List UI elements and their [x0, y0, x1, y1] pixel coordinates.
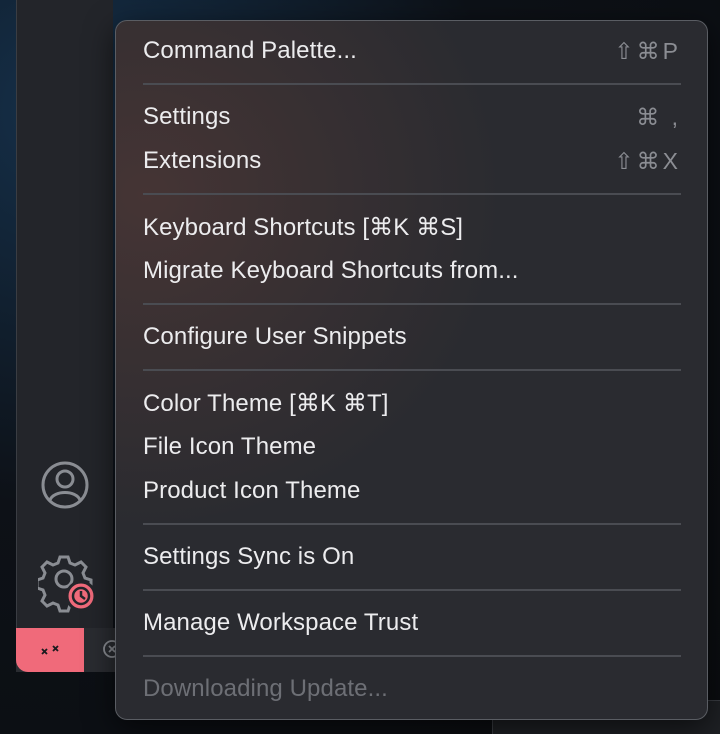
menu-item-extensions[interactable]: Extensions ⇧⌘X [143, 139, 681, 183]
menu-item-label: Manage Workspace Trust [143, 609, 419, 636]
menu-item-downloading-update: Downloading Update... [143, 667, 681, 711]
remote-indicator[interactable] [16, 628, 84, 672]
menu-separator [143, 369, 681, 371]
menu-item-shortcut: ⇧⌘P [614, 37, 681, 64]
menu-item-product-icon-theme[interactable]: Product Icon Theme [143, 469, 681, 513]
menu-item-manage-workspace-trust[interactable]: Manage Workspace Trust [143, 601, 681, 645]
menu-separator [143, 193, 681, 195]
menu-item-migrate-keyboard-shortcuts[interactable]: Migrate Keyboard Shortcuts from... [143, 249, 681, 293]
menu-item-label: Settings [143, 103, 231, 130]
menu-item-shortcut: ⌘ , [636, 103, 681, 130]
menu-item-keyboard-shortcuts[interactable]: Keyboard Shortcuts [⌘K ⌘S] [143, 205, 681, 249]
menu-separator [143, 303, 681, 305]
menu-item-label: Color Theme [⌘K ⌘T] [143, 389, 389, 417]
menu-separator [143, 655, 681, 657]
menu-item-label: Migrate Keyboard Shortcuts from... [143, 257, 519, 284]
menu-separator [143, 589, 681, 591]
menu-item-configure-user-snippets[interactable]: Configure User Snippets [143, 315, 681, 359]
workbench: Command Palette... ⇧⌘P Settings ⌘ , Exte… [0, 0, 720, 734]
menu-item-file-icon-theme[interactable]: File Icon Theme [143, 425, 681, 469]
menu-item-label: Product Icon Theme [143, 477, 361, 504]
menu-item-command-palette[interactable]: Command Palette... ⇧⌘P [143, 29, 681, 73]
menu-item-label: Keyboard Shortcuts [⌘K ⌘S] [143, 213, 464, 241]
manage-context-menu: Command Palette... ⇧⌘P Settings ⌘ , Exte… [115, 20, 708, 720]
menu-item-label: Configure User Snippets [143, 323, 407, 350]
remote-icon [41, 645, 59, 655]
menu-item-label: Settings Sync is On [143, 543, 355, 570]
menu-separator [143, 83, 681, 85]
menu-item-color-theme[interactable]: Color Theme [⌘K ⌘T] [143, 381, 681, 425]
clock-icon [65, 580, 97, 612]
menu-item-label: File Icon Theme [143, 433, 317, 460]
menu-item-settings-sync[interactable]: Settings Sync is On [143, 535, 681, 579]
menu-item-label: Extensions [143, 147, 262, 174]
menu-item-shortcut: ⇧⌘X [614, 147, 681, 174]
menu-item-settings[interactable]: Settings ⌘ , [143, 95, 681, 139]
menu-item-label: Downloading Update... [143, 675, 388, 702]
gear-icon[interactable] [38, 553, 98, 613]
account-icon[interactable] [40, 460, 90, 510]
menu-separator [143, 523, 681, 525]
menu-item-label: Command Palette... [143, 37, 357, 64]
